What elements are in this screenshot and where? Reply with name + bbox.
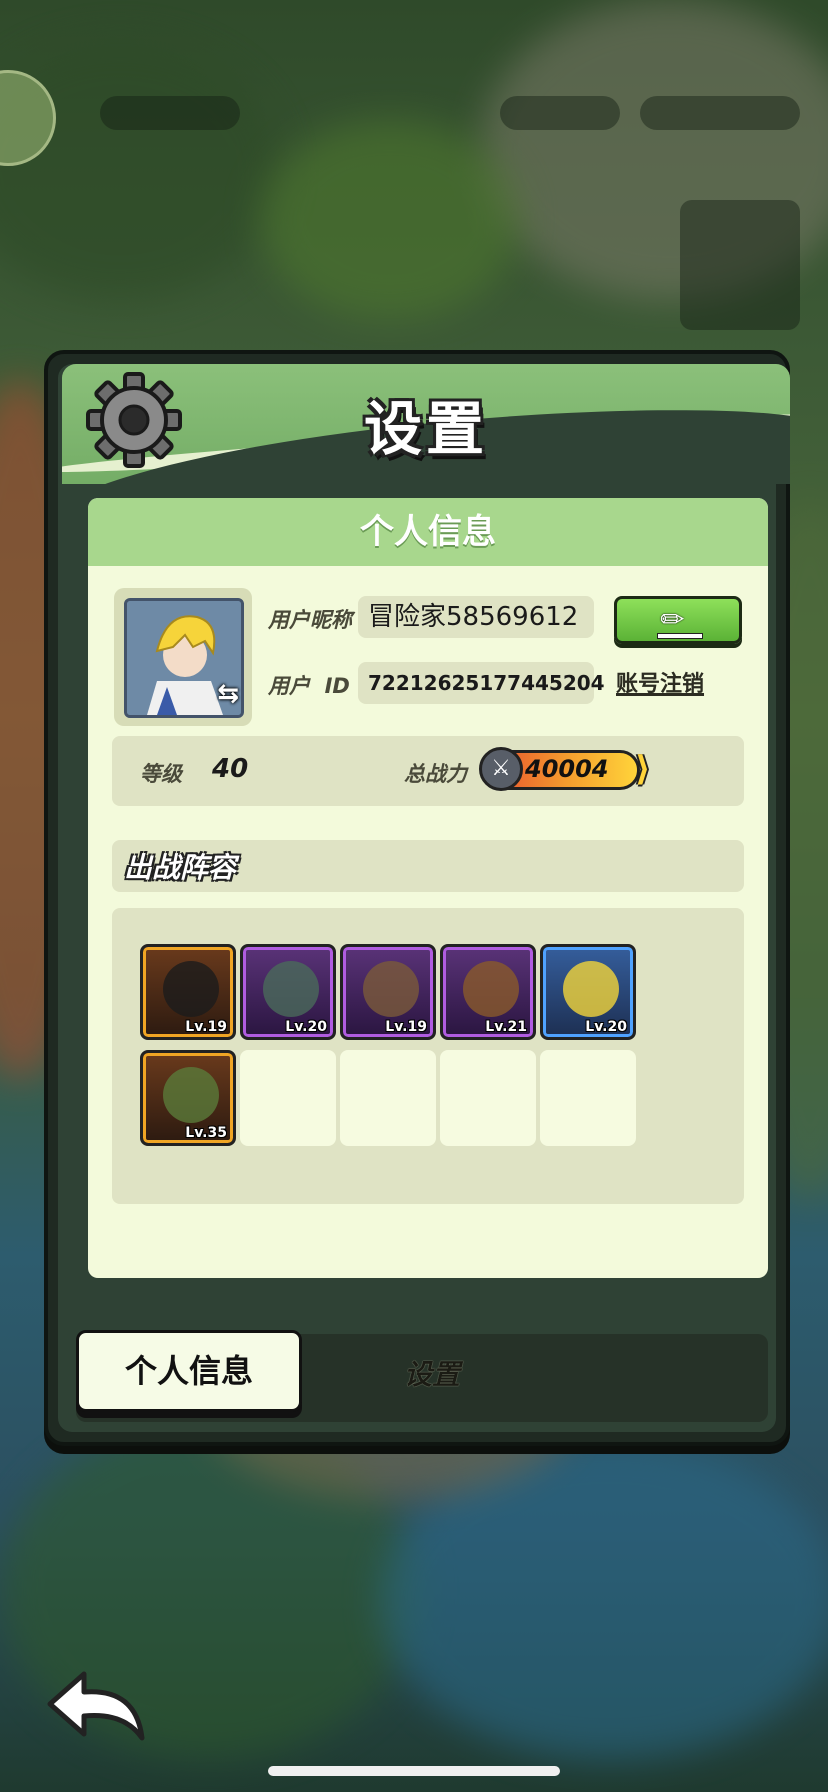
gem-counter [500,96,620,130]
lineup-grid: Lv.19 Lv.20 Lv.19 Lv.21 Lv.20 Lv.35 [112,908,744,1204]
account-deletion-link[interactable]: 账号注销 [616,666,704,698]
hero-portrait-icon [263,961,319,1017]
hero-level: Lv.21 [485,1019,527,1035]
hero-level: Lv.20 [285,1019,327,1035]
lineup-title: 出战阵容 [124,851,237,884]
power-value: 40004 [525,755,609,783]
level-label: 等级 [140,762,182,786]
hero-portrait-icon [563,961,619,1017]
hero-portrait-icon [163,1067,219,1123]
edit-nickname-button[interactable]: ✎ [614,596,742,644]
gold-counter [640,96,800,130]
card-title: 个人信息 [88,498,768,566]
hero-level: Lv.20 [585,1019,627,1035]
minimap [680,200,800,330]
dialog-header: 设置 [62,364,790,484]
user-id-label: 用户 ID [268,674,350,698]
empty-hero-slot[interactable] [340,1050,436,1146]
player-banner [100,96,240,130]
home-indicator[interactable] [268,1766,560,1776]
tab-profile[interactable]: 个人信息 [76,1330,302,1412]
dialog-body: 设置 个人信息 ⇆ 用户昵称 冒险家58569612 ✎ 用户 ID 72212… [58,364,790,1432]
hero-portrait-icon [163,961,219,1017]
avatar-frame[interactable]: ⇆ [114,588,252,726]
hero-level: Lv.35 [185,1125,227,1141]
hero-slot[interactable]: Lv.19 [340,944,436,1040]
dialog-title: 设置 [363,395,488,463]
lineup-header: 出战阵容 [112,840,744,892]
hero-level: Lv.19 [385,1019,427,1035]
hero-portrait-icon [463,961,519,1017]
hero-slot[interactable]: Lv.35 [140,1050,236,1146]
hero-slot[interactable]: Lv.20 [240,944,336,1040]
hero-slot[interactable]: Lv.19 [140,944,236,1040]
tab-settings[interactable]: 设置 [342,1334,522,1416]
avatar[interactable]: ⇆ [124,598,244,718]
hero-slot[interactable]: Lv.20 [540,944,636,1040]
game-hud-blurred [0,0,828,330]
hero-portrait-icon [363,961,419,1017]
hero-level: Lv.19 [185,1019,227,1035]
profile-card: 个人信息 ⇆ 用户昵称 冒险家58569612 ✎ 用户 ID 72212625… [88,498,768,1278]
power-label: 总战力 [404,762,467,786]
back-arrow-icon[interactable] [44,1668,148,1748]
user-id-field: 72212625177445204 [358,662,605,704]
hero-slot[interactable]: Lv.21 [440,944,536,1040]
level-value: 40 [212,754,249,784]
settings-dialog: 设置 个人信息 ⇆ 用户昵称 冒险家58569612 ✎ 用户 ID 72212… [44,350,790,1446]
compass-icon [0,70,56,166]
empty-hero-slot[interactable] [240,1050,336,1146]
crossed-swords-icon: ⚔ [479,747,523,791]
empty-hero-slot[interactable] [440,1050,536,1146]
power-badge: ⚔ 40004 ⟩ [479,747,651,791]
tab-bar: 个人信息 设置 [76,1330,768,1422]
swap-icon[interactable]: ⇆ [217,679,239,709]
empty-hero-slot[interactable] [540,1050,636,1146]
nickname-label: 用户昵称 [268,608,352,632]
stats-bar: 等级 40 总战力 ⚔ 40004 ⟩ [112,736,744,806]
nickname-field: 冒险家58569612 [358,596,594,638]
